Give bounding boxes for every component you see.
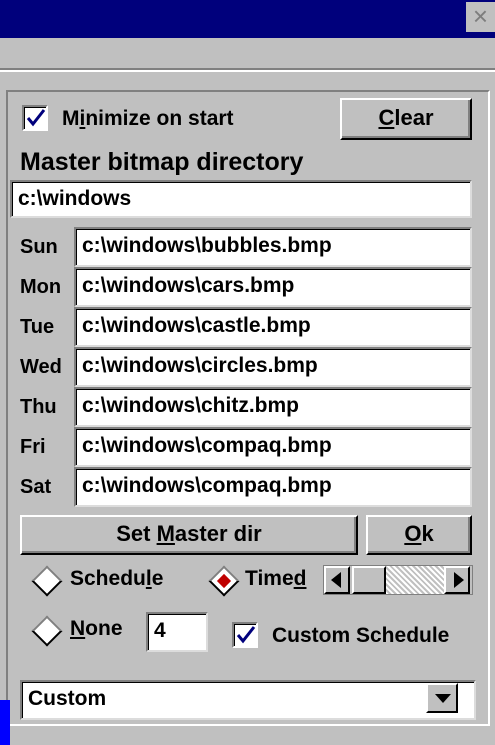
- day-path-input-fri[interactable]: c:\windows\compaq.bmp: [74, 427, 472, 467]
- scroll-left-button[interactable]: [324, 566, 350, 594]
- schedule-type-dropdown[interactable]: Custom: [20, 680, 476, 720]
- scroll-right-button[interactable]: [444, 566, 470, 594]
- day-label-wed: Wed: [20, 356, 62, 378]
- day-label-sat: Sat: [20, 476, 52, 498]
- none-radio-label[interactable]: None: [70, 617, 123, 641]
- master-directory-heading: Master bitmap directory: [20, 148, 304, 176]
- ok-button[interactable]: Ok: [366, 515, 472, 555]
- clear-button[interactable]: Clear: [340, 98, 472, 140]
- day-label-fri: Fri: [20, 436, 46, 458]
- close-icon[interactable]: ×: [466, 2, 495, 32]
- master-directory-input[interactable]: c:\windows: [10, 180, 472, 218]
- checkmark-icon: [26, 109, 46, 127]
- dropdown-arrow-button[interactable]: [426, 683, 458, 713]
- toolbar-strip: [0, 38, 495, 70]
- chevron-down-icon: [435, 694, 451, 703]
- timed-radio-label[interactable]: Timed: [245, 567, 306, 591]
- schedule-radio-label[interactable]: Schedule: [70, 567, 163, 591]
- custom-schedule-label[interactable]: Custom Schedule: [272, 624, 449, 648]
- slider-thumb[interactable]: [352, 566, 386, 594]
- day-label-mon: Mon: [20, 276, 62, 298]
- day-path-input-tue[interactable]: c:\windows\castle.bmp: [74, 307, 472, 347]
- background-window-edge: [0, 700, 10, 745]
- day-path-input-wed[interactable]: c:\windows\circles.bmp: [74, 347, 472, 387]
- set-master-dir-button[interactable]: Set Master dir: [20, 515, 358, 555]
- timed-interval-slider[interactable]: [323, 565, 473, 595]
- triangle-left-icon: [331, 572, 341, 588]
- day-path-input-mon[interactable]: c:\windows\cars.bmp: [74, 267, 472, 307]
- day-path-input-sat[interactable]: c:\windows\compaq.bmp: [74, 467, 472, 507]
- minimize-on-start-label[interactable]: Minimize on start: [62, 107, 234, 131]
- day-path-input-sun[interactable]: c:\windows\bubbles.bmp: [74, 227, 472, 267]
- minimize-on-start-checkbox[interactable]: [22, 105, 48, 131]
- title-bar: [0, 0, 495, 38]
- triangle-right-icon: [454, 572, 464, 588]
- day-label-tue: Tue: [20, 316, 55, 338]
- custom-schedule-checkbox[interactable]: [232, 622, 258, 648]
- checkmark-icon: [236, 626, 256, 644]
- day-label-thu: Thu: [20, 396, 57, 418]
- interval-value-input[interactable]: 4: [146, 612, 208, 652]
- day-label-sun: Sun: [20, 236, 58, 258]
- day-path-input-thu[interactable]: c:\windows\chitz.bmp: [74, 387, 472, 427]
